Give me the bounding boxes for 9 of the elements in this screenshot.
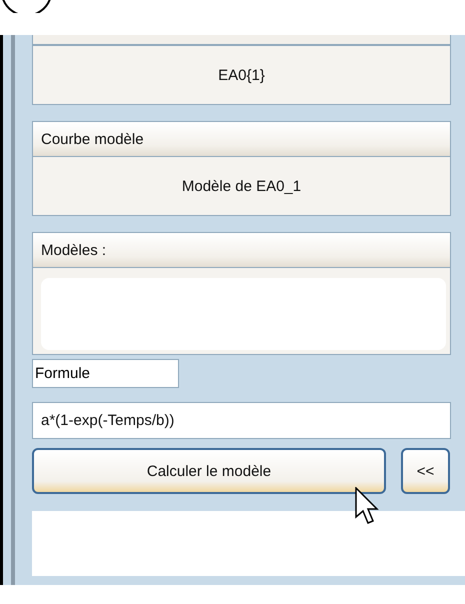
section-header: Courbe modèle [32, 121, 451, 156]
formula-field[interactable]: a*(1-exp(-Temps/b)) [32, 402, 451, 439]
model-value: Modèle de EA0_1 [32, 156, 451, 216]
models-list[interactable] [32, 267, 451, 355]
calculate-button[interactable]: Calculer le modèle [32, 448, 386, 494]
section-header: Modèles : [32, 232, 451, 267]
formula-label: Formule [32, 359, 179, 388]
collapse-button[interactable]: << [401, 448, 450, 494]
source-value: EA0{1} [32, 45, 451, 105]
